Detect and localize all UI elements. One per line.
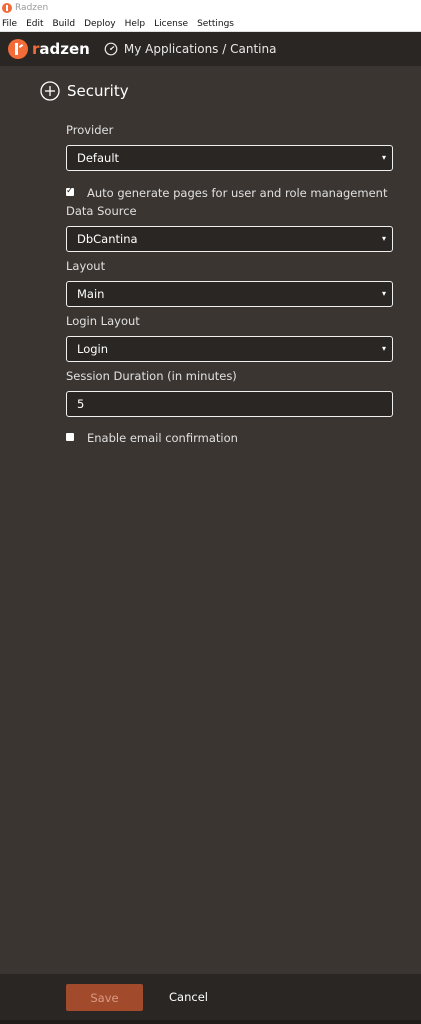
provider-value: Default xyxy=(77,151,120,165)
layout-label: Layout xyxy=(66,259,106,273)
section-header: Security xyxy=(40,81,129,101)
page-title: Security xyxy=(67,82,129,100)
chevron-down-icon: ▾ xyxy=(381,153,386,162)
check-icon: ✓ xyxy=(66,186,74,196)
session-duration-value: 5 xyxy=(77,397,85,411)
menu-file[interactable]: File xyxy=(2,19,17,29)
menu-build[interactable]: Build xyxy=(53,19,76,29)
window-titlebar: Radzen xyxy=(0,0,421,16)
dashboard-icon[interactable] xyxy=(104,42,118,56)
auto-generate-checkbox[interactable]: ✓ xyxy=(66,186,74,196)
login-layout-select[interactable]: Login ▾ xyxy=(66,336,393,362)
data-source-label: Data Source xyxy=(66,204,137,218)
chevron-down-icon: ▾ xyxy=(381,289,386,298)
provider-select[interactable]: Default ▾ xyxy=(66,145,393,171)
menu-deploy[interactable]: Deploy xyxy=(84,19,116,29)
radzen-app-icon xyxy=(2,3,12,13)
form-footer: Save Cancel xyxy=(0,974,421,1020)
data-source-select[interactable]: DbCantina ▾ xyxy=(66,226,393,252)
login-layout-value: Login xyxy=(77,342,109,356)
menu-edit[interactable]: Edit xyxy=(26,19,43,29)
chevron-down-icon: ▾ xyxy=(381,344,386,353)
data-source-value: DbCantina xyxy=(77,232,138,246)
session-duration-input[interactable]: 5 xyxy=(66,391,393,417)
radzen-logo-text[interactable]: radzen xyxy=(32,40,90,58)
save-button[interactable]: Save xyxy=(66,984,143,1011)
provider-label: Provider xyxy=(66,123,114,137)
layout-select[interactable]: Main ▾ xyxy=(66,281,393,307)
cancel-button[interactable]: Cancel xyxy=(169,990,208,1004)
session-duration-label: Session Duration (in minutes) xyxy=(66,369,237,383)
layout-value: Main xyxy=(77,287,105,301)
menu-bar: File Edit Build Deploy Help License Sett… xyxy=(0,16,421,32)
window-title: Radzen xyxy=(15,3,49,13)
menu-license[interactable]: License xyxy=(154,19,188,29)
menu-help[interactable]: Help xyxy=(125,19,146,29)
menu-settings[interactable]: Settings xyxy=(197,19,234,29)
chevron-down-icon: ▾ xyxy=(381,234,386,243)
breadcrumb[interactable]: My Applications / Cantina xyxy=(124,42,277,56)
bottom-edge xyxy=(0,1020,421,1024)
auto-generate-label: Auto generate pages for user and role ma… xyxy=(87,186,388,200)
app-header: radzen My Applications / Cantina xyxy=(0,32,421,66)
add-circle-icon[interactable] xyxy=(40,81,60,101)
radzen-logo-icon[interactable] xyxy=(8,39,28,59)
email-confirmation-checkbox[interactable] xyxy=(66,433,74,441)
email-confirmation-label: Enable email confirmation xyxy=(87,431,238,445)
login-layout-label: Login Layout xyxy=(66,314,140,328)
